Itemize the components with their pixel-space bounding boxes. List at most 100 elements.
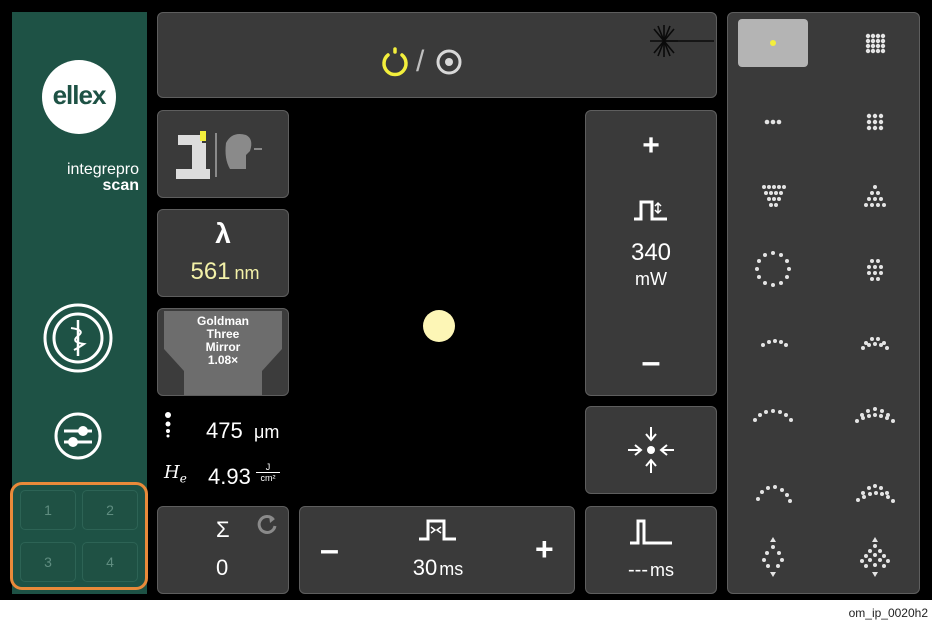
fluence-symbol-sub: e <box>179 471 187 486</box>
shot-counter-panel[interactable]: Σ 0 <box>157 506 289 594</box>
pattern-octant-double[interactable] <box>840 533 910 581</box>
aiming-beam <box>423 310 455 342</box>
duration-readout: 30 ms <box>388 555 488 581</box>
single-spot-icon <box>770 40 776 46</box>
caduceus-icon <box>43 303 113 373</box>
slit-lamp-icon <box>176 131 262 179</box>
arc-large-double-icon <box>856 484 895 503</box>
spot-spacing-icon <box>165 412 171 438</box>
pattern-single-spot[interactable] <box>738 19 808 67</box>
standby-icon <box>436 49 462 75</box>
memory-key-3[interactable]: 3 <box>20 542 76 582</box>
sidebar: ellex integrepro scan 1 2 3 4 <box>10 12 148 594</box>
counter-symbol: Σ <box>216 517 230 542</box>
medical-mode-button[interactable] <box>42 302 114 374</box>
pattern-hexagon[interactable] <box>840 245 910 293</box>
line-3-icon <box>764 119 782 125</box>
pattern-square-grid-large[interactable] <box>840 19 910 67</box>
memory-key-2[interactable]: 2 <box>82 490 138 530</box>
pattern-octant[interactable] <box>738 533 808 581</box>
power-decrease-button[interactable]: – <box>586 343 716 382</box>
pattern-arc-large[interactable] <box>738 463 808 511</box>
repeat-interval-panel[interactable]: --- ms <box>585 506 717 594</box>
image-code: om_ip_0020h2 <box>848 606 928 620</box>
fluence-unit-top: J <box>256 462 280 473</box>
power-unit: mW <box>635 269 667 289</box>
octant-icon <box>762 537 784 577</box>
product-line-1: integrepro <box>66 161 139 178</box>
repeat-interval-icon <box>630 519 672 545</box>
pattern-arc-upper-double[interactable] <box>840 388 910 436</box>
pattern-line-3[interactable] <box>738 98 808 146</box>
fluence-readout: He 4.93 J cm² <box>160 458 290 498</box>
pulse-power-icon <box>634 200 667 221</box>
grid-4x4-icon <box>865 33 886 54</box>
spot-size-value: 475 <box>206 418 243 443</box>
pattern-arc-upper[interactable] <box>738 388 808 436</box>
duration-value: 30 <box>412 555 438 580</box>
wavelength-readout: 561 nm <box>170 258 280 286</box>
interval-readout: --- ms <box>586 559 716 582</box>
lens-line-4: 1.08× <box>207 353 239 367</box>
settings-button[interactable] <box>52 410 104 462</box>
octant-double-icon <box>860 537 890 577</box>
spacing-compress-icon <box>628 427 674 473</box>
ellex-logo: ellex <box>42 60 116 134</box>
duration-unit: ms <box>439 559 464 579</box>
pulse-duration-icon <box>419 519 456 541</box>
triangle-inverted-icon <box>762 185 786 207</box>
fluence-value: 4.93 <box>208 464 251 489</box>
power-increase-button[interactable]: + <box>586 129 716 163</box>
arc-large-icon <box>756 485 792 503</box>
ready-icon <box>382 47 408 77</box>
wavelength-symbol: λ <box>215 218 231 249</box>
grid-3x3-icon <box>866 113 884 131</box>
arc-upper-double-icon <box>855 407 895 423</box>
fluence-unit-bottom: cm² <box>260 473 276 483</box>
triangle-icon <box>864 185 886 207</box>
pattern-circle[interactable] <box>738 245 808 293</box>
double-arc-icon <box>861 337 889 350</box>
counter-value: 0 <box>216 555 229 580</box>
wavelength-panel[interactable]: λ 561 nm <box>157 209 289 297</box>
fluence-symbol-main: H <box>164 462 180 483</box>
product-name: integrepro scan <box>22 162 139 194</box>
spot-spacing-panel[interactable] <box>585 406 717 494</box>
arc-upper-icon <box>753 409 793 422</box>
pattern-double-arc[interactable] <box>840 319 910 367</box>
hexagon-icon <box>867 259 883 281</box>
duration-decrease-button[interactable]: – <box>320 531 339 570</box>
pattern-triangle[interactable] <box>840 173 910 221</box>
reset-counter-icon[interactable] <box>256 513 278 535</box>
wavelength-unit: nm <box>234 263 260 283</box>
duration-increase-button[interactable]: + <box>535 531 554 568</box>
fluence-symbol: He <box>164 462 187 486</box>
memory-key-4[interactable]: 4 <box>82 542 138 582</box>
delivery-device-panel[interactable] <box>157 110 289 198</box>
mode-separator: / <box>416 45 425 78</box>
spot-size-readout: 475 μm <box>160 410 290 450</box>
laser-emission-icon <box>650 25 714 57</box>
interval-value: --- <box>628 559 648 581</box>
pattern-selector-panel <box>727 12 920 594</box>
fluence-unit: J cm² <box>256 462 280 483</box>
product-line-2: scan <box>102 177 139 194</box>
power-panel: + 340 mW – <box>585 110 717 396</box>
pulse-duration-panel: – 30 ms + <box>299 506 575 594</box>
memory-key-1[interactable]: 1 <box>20 490 76 530</box>
contact-lens-panel[interactable]: Goldman Three Mirror 1.08× <box>157 308 289 396</box>
pattern-triangle-inverted[interactable] <box>738 173 808 221</box>
sliders-icon <box>54 412 102 460</box>
logo-text: ellex <box>52 80 107 110</box>
lens-name: Goldman Three Mirror 1.08× <box>158 315 288 367</box>
spot-size-unit: μm <box>254 422 280 442</box>
interval-unit: ms <box>649 560 674 580</box>
pattern-line-arc[interactable] <box>738 319 808 367</box>
line-arc-icon <box>761 339 788 347</box>
laser-status-panel[interactable]: / <box>157 12 717 98</box>
pattern-arc-large-double[interactable] <box>840 463 910 511</box>
device-screen: ellex integrepro scan 1 2 3 4 / λ 561 nm… <box>0 0 932 600</box>
power-value: 340 <box>630 239 672 266</box>
circle-icon <box>755 251 791 287</box>
pattern-square-grid-3x3[interactable] <box>840 98 910 146</box>
